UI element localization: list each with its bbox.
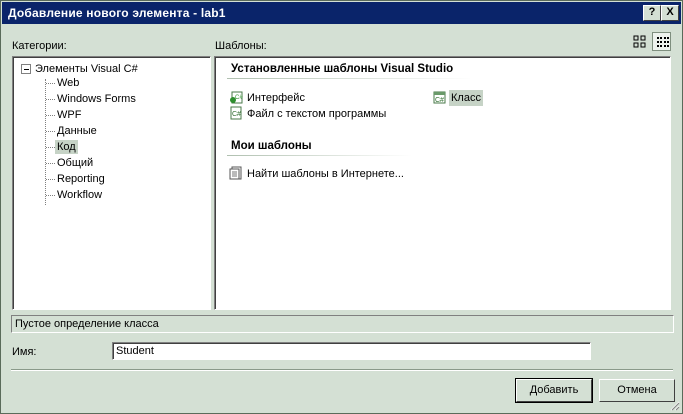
window-title: Добавление нового элемента - lab1 <box>8 6 226 20</box>
name-input[interactable]: Student <box>112 342 591 360</box>
categories-label: Категории: <box>12 40 67 52</box>
add-new-item-dialog: Добавление нового элемента - lab1 ? X Ка… <box>0 0 683 414</box>
section-divider <box>227 78 472 79</box>
add-button[interactable]: Добавить <box>515 378 593 403</box>
name-label: Имя: <box>12 346 37 358</box>
templates-list[interactable]: Установленные шаблоны Visual Studio C# И… <box>214 56 671 310</box>
tree-branch <box>46 131 55 132</box>
tree-item-web[interactable]: Web <box>55 76 81 90</box>
help-button[interactable]: ? <box>643 5 661 21</box>
search-online-icon <box>229 166 242 180</box>
tree-item-workflow[interactable]: Workflow <box>55 188 104 202</box>
tree-branch <box>46 115 55 116</box>
template-code-file-label: Файл с текстом программы <box>247 108 387 120</box>
tree-item-reporting[interactable]: Reporting <box>55 172 107 186</box>
tree-connector <box>45 79 46 205</box>
tree-branch <box>46 147 55 148</box>
tree-item-wpf[interactable]: WPF <box>55 108 83 122</box>
large-icons-view-button[interactable] <box>630 32 649 51</box>
categories-tree[interactable]: Элементы Visual C# Web Windows Forms WPF… <box>12 56 211 310</box>
template-interface-label: Интерфейс <box>247 92 305 104</box>
svg-text:C#: C# <box>232 111 241 118</box>
tree-item-code[interactable]: Код <box>55 140 78 154</box>
templates-label: Шаблоны: <box>215 40 267 52</box>
csharp-class-icon: C# <box>433 91 446 104</box>
template-search-online-label: Найти шаблоны в Интернете... <box>247 168 404 180</box>
template-class-label: Класс <box>449 90 483 106</box>
cancel-button[interactable]: Отмена <box>599 379 675 402</box>
tree-branch <box>46 195 55 196</box>
template-description: Пустое определение класса <box>11 315 674 333</box>
tree-root-visual-csharp[interactable]: Элементы Visual C# <box>35 63 138 75</box>
tree-item-windows-forms[interactable]: Windows Forms <box>55 92 138 106</box>
small-icons-view-icon <box>657 37 669 47</box>
categories-label-text: Категории: <box>12 40 67 52</box>
tree-branch <box>46 83 55 84</box>
tree-branch <box>46 163 55 164</box>
template-class[interactable]: C# Класс <box>433 90 533 106</box>
tree-branch <box>46 179 55 180</box>
tree-item-data[interactable]: Данные <box>55 124 99 138</box>
template-search-online[interactable]: Найти шаблоны в Интернете... <box>229 166 429 182</box>
tree-item-general[interactable]: Общий <box>55 156 95 170</box>
template-interface[interactable]: C# Интерфейс <box>229 90 409 106</box>
large-icons-view-icon <box>633 35 646 48</box>
csharp-interface-icon: C# <box>230 91 243 104</box>
svg-text:C#: C# <box>235 95 243 101</box>
resize-grip-icon[interactable] <box>669 400 680 411</box>
svg-text:C#: C# <box>435 97 444 104</box>
installed-templates-header: Установленные шаблоны Visual Studio <box>231 63 454 75</box>
dialog-separator <box>11 369 673 371</box>
title-bar: Добавление нового элемента - lab1 ? X <box>2 2 681 24</box>
small-icons-view-button[interactable] <box>652 32 671 51</box>
section-divider <box>227 155 412 156</box>
templates-label-text: Шаблоны: <box>215 40 267 52</box>
template-code-file[interactable]: C# Файл с текстом программы <box>229 106 429 122</box>
tree-branch <box>46 99 55 100</box>
close-button[interactable]: X <box>661 5 679 21</box>
my-templates-header: Мои шаблоны <box>231 140 312 152</box>
collapse-icon[interactable] <box>21 64 31 74</box>
csharp-file-icon: C# <box>230 106 242 120</box>
